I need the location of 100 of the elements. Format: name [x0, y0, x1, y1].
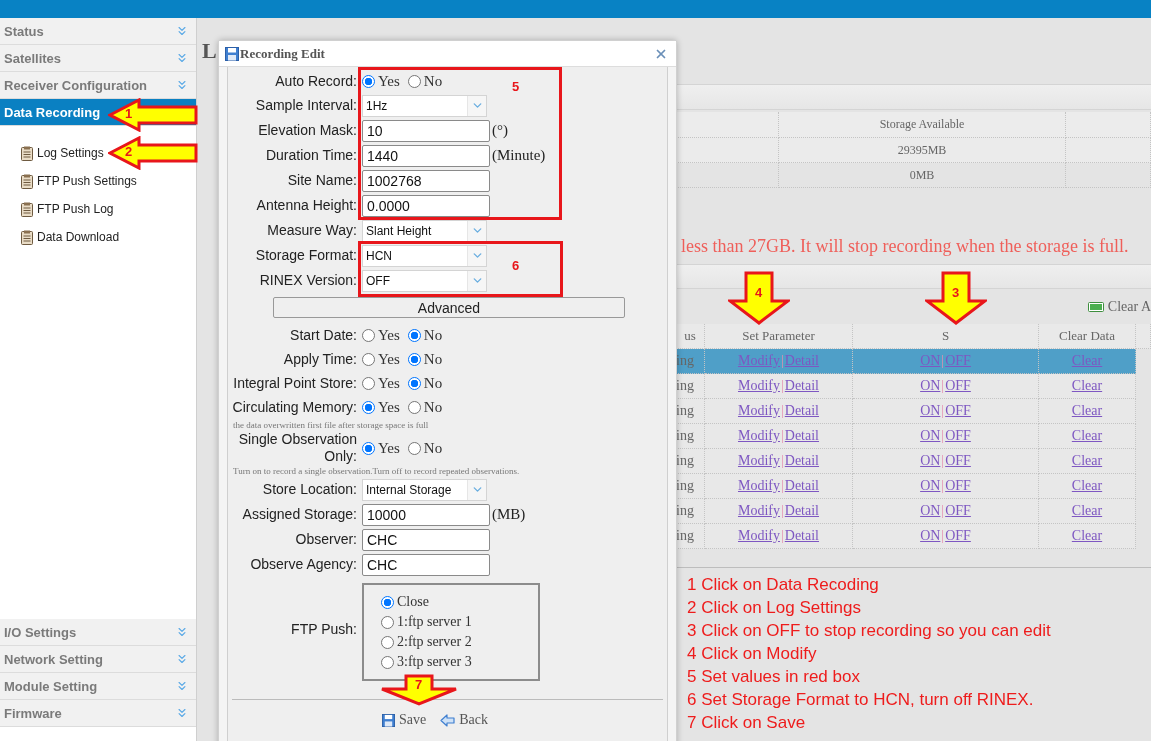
input-field[interactable]: CHC [362, 553, 490, 576]
table-link[interactable]: ON [920, 453, 941, 469]
radio-button[interactable] [381, 595, 394, 609]
radio-option[interactable]: No [407, 398, 443, 416]
field-label: Antenna Height: [255, 197, 357, 214]
radio-button[interactable] [407, 328, 421, 342]
radio-button[interactable] [407, 441, 421, 455]
table-link[interactable]: ON [920, 403, 941, 419]
clear-link[interactable]: Clear [1071, 378, 1103, 394]
input-field[interactable]: 10000 [362, 503, 490, 526]
input-field[interactable]: 10 [362, 119, 490, 142]
dropdown[interactable]: OFF [362, 269, 487, 292]
sidebar-section[interactable]: Network Setting [0, 646, 196, 673]
table-link[interactable]: Modify [738, 528, 780, 544]
radio-button[interactable] [381, 635, 394, 649]
radio-button[interactable] [362, 400, 375, 414]
radio-option[interactable]: No [407, 72, 443, 90]
table-link[interactable]: Modify [738, 428, 780, 444]
table-link[interactable]: OFF [945, 478, 971, 494]
sidebar-section[interactable]: Receiver Configuration [0, 72, 196, 99]
sidebar-section[interactable]: Status [0, 18, 196, 45]
table-link[interactable]: OFF [945, 503, 971, 519]
radio-button[interactable] [362, 376, 375, 390]
table-link[interactable]: Modify [738, 403, 780, 419]
radio-option[interactable]: Yes [362, 326, 400, 344]
radio-option[interactable]: Close [381, 592, 532, 612]
clear-link[interactable]: Clear [1071, 503, 1103, 519]
radio-option[interactable]: 1:ftp server 1 [381, 612, 532, 632]
radio-option[interactable]: Yes [362, 350, 400, 368]
back-button[interactable]: Back [440, 712, 488, 728]
dropdown[interactable]: Slant Height [362, 219, 487, 242]
table-link[interactable]: OFF [945, 428, 971, 444]
radio-button[interactable] [407, 74, 421, 88]
callout-arrow [925, 271, 987, 325]
table-link[interactable]: Detail [784, 403, 819, 419]
input-field[interactable]: 0.0000 [362, 194, 490, 217]
radio-button[interactable] [407, 400, 421, 414]
clear-all-button[interactable]: Clear A [1087, 298, 1151, 315]
sidebar-section[interactable]: Firmware [0, 700, 196, 727]
field-label: Apply Time: [282, 350, 357, 368]
table-link[interactable]: Detail [784, 528, 819, 544]
table-link[interactable]: Modify [738, 503, 780, 519]
radio-option[interactable]: No [407, 439, 443, 457]
radio-option[interactable]: Yes [362, 72, 400, 90]
table-link[interactable]: OFF [945, 528, 971, 544]
dialog-title: Recording Edit [240, 45, 325, 62]
instruction-text: 7 Click on Save [687, 712, 807, 734]
radio-option[interactable]: Yes [362, 374, 400, 392]
clear-link[interactable]: Clear [1071, 528, 1103, 544]
sidebar-item[interactable]: Log Settings [0, 139, 104, 167]
radio-option[interactable]: No [407, 350, 443, 368]
table-link[interactable]: OFF [945, 403, 971, 419]
dropdown[interactable]: HCN [362, 244, 487, 267]
input-field[interactable]: 1002768 [362, 169, 490, 192]
radio-button[interactable] [362, 352, 375, 366]
radio-button[interactable] [362, 328, 375, 342]
sidebar-item[interactable]: FTP Push Log [0, 195, 114, 223]
table-link[interactable]: Detail [784, 503, 819, 519]
input-field[interactable]: CHC [362, 528, 490, 551]
sidebar-section[interactable]: Module Setting [0, 673, 196, 700]
dropdown[interactable]: 1Hz [362, 94, 487, 117]
table-link[interactable]: Modify [738, 478, 780, 494]
table-link[interactable]: OFF [945, 378, 971, 394]
radio-button[interactable] [362, 74, 375, 88]
clear-link[interactable]: Clear [1071, 453, 1103, 469]
hint-text: Turn on to record a single observation.Turn off to record repeated observations. [232, 465, 521, 477]
table-link[interactable]: ON [920, 528, 941, 544]
table-link[interactable]: ON [920, 428, 941, 444]
table-link[interactable]: ON [920, 503, 941, 519]
radio-button[interactable] [407, 376, 421, 390]
clear-link[interactable]: Clear [1071, 478, 1103, 494]
save-button[interactable]: Save [382, 712, 427, 728]
table-link[interactable]: Modify [738, 453, 780, 469]
sidebar-section[interactable]: I/O Settings [0, 619, 196, 646]
sidebar-section[interactable]: Satellites [0, 45, 196, 72]
clear-link[interactable]: Clear [1071, 428, 1103, 444]
radio-button[interactable] [381, 615, 394, 629]
radio-option[interactable]: Yes [362, 439, 400, 457]
table-link[interactable]: Detail [784, 453, 819, 469]
radio-button[interactable] [362, 441, 375, 455]
clear-link[interactable]: Clear [1071, 403, 1103, 419]
input-field[interactable]: 1440 [362, 144, 490, 167]
table-link[interactable]: Detail [784, 378, 819, 394]
radio-option[interactable]: No [407, 374, 443, 392]
radio-option[interactable]: 3:ftp server 3 [381, 652, 532, 672]
dropdown[interactable]: Internal Storage [362, 478, 487, 501]
radio-option[interactable]: Yes [362, 398, 400, 416]
table-link[interactable]: ON [920, 478, 941, 494]
radio-button[interactable] [381, 655, 394, 669]
table-link[interactable]: Detail [784, 478, 819, 494]
table-link[interactable]: Detail [784, 428, 819, 444]
table-link[interactable]: OFF [945, 453, 971, 469]
radio-button[interactable] [407, 352, 421, 366]
sidebar-item[interactable]: Data Download [0, 223, 120, 251]
sidebar-item[interactable]: FTP Push Settings [0, 167, 137, 195]
advanced-button[interactable]: Advanced [273, 297, 625, 318]
radio-option[interactable]: No [407, 326, 443, 344]
table-link[interactable]: Modify [738, 378, 780, 394]
radio-option[interactable]: 2:ftp server 2 [381, 632, 532, 652]
table-link[interactable]: ON [920, 378, 941, 394]
